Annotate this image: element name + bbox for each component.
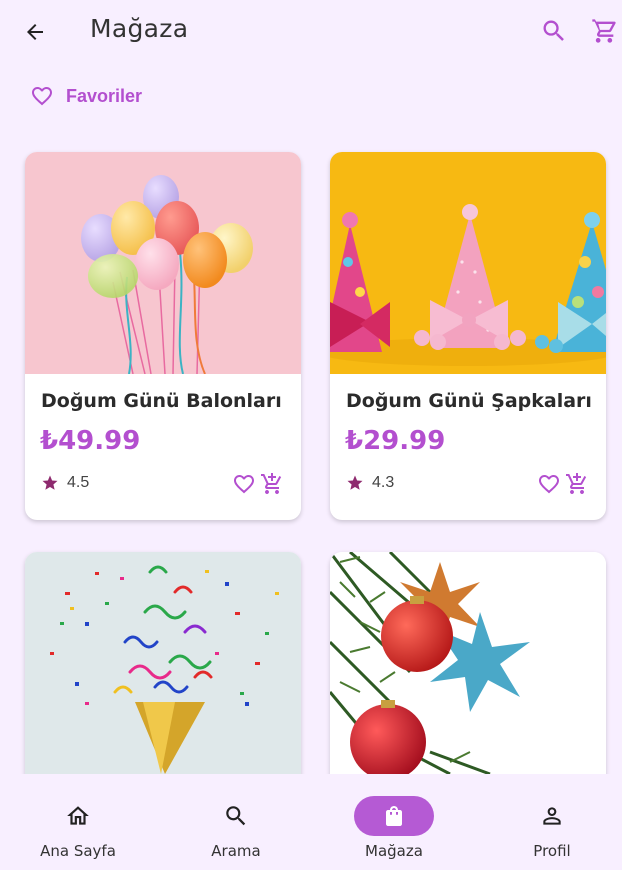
add-to-cart-button[interactable] — [259, 470, 285, 498]
nav-item-home[interactable]: Ana Sayfa — [0, 774, 156, 870]
favorite-button[interactable] — [231, 470, 257, 498]
nav-label: Arama — [211, 842, 261, 860]
nav-item-store[interactable]: Mağaza — [316, 774, 472, 870]
nav-label: Ana Sayfa — [40, 842, 116, 860]
christmas-ornaments-image — [330, 552, 606, 774]
page-title: Mağaza — [90, 14, 189, 43]
product-price: ₺29.99 — [345, 426, 446, 456]
product-name: Doğum Günü Balonları — [41, 390, 282, 412]
heart-outline-icon — [234, 475, 254, 494]
nav-item-search[interactable]: Arama — [158, 774, 314, 870]
party-hats-image — [330, 152, 606, 374]
product-price: ₺49.99 — [40, 426, 141, 456]
favorite-button[interactable] — [536, 470, 562, 498]
search-button[interactable] — [538, 14, 570, 48]
app-bar: Mağaza — [0, 0, 622, 62]
balloons-image — [25, 152, 301, 374]
nav-active-indicator — [354, 796, 434, 836]
cart-button[interactable] — [588, 14, 620, 48]
product-card[interactable]: Doğum Günü Balonları ₺49.99 4.5 — [25, 152, 301, 520]
add-to-cart-button[interactable] — [564, 470, 590, 498]
nav-label: Profil — [533, 842, 571, 860]
bottom-navigation: Ana Sayfa Arama Mağaza Profil — [0, 774, 622, 870]
heart-outline-icon — [539, 475, 559, 494]
nav-label: Mağaza — [365, 842, 423, 860]
person-icon — [543, 807, 561, 825]
product-card[interactable] — [330, 552, 606, 792]
favorites-button[interactable]: Favoriler — [30, 80, 142, 112]
back-button[interactable] — [18, 15, 52, 49]
product-card[interactable]: Doğum Günü Şapkaları ₺29.99 4.3 — [330, 152, 606, 520]
home-icon — [67, 806, 89, 825]
product-card[interactable] — [25, 552, 301, 792]
product-rating: 4.5 — [41, 474, 89, 492]
product-name: Doğum Günü Şapkaları — [346, 390, 592, 412]
rating-value: 4.5 — [67, 474, 90, 491]
star-icon — [42, 475, 58, 490]
arrow-back-icon — [27, 24, 43, 40]
rating-value: 4.3 — [372, 474, 395, 491]
star-icon — [347, 475, 363, 490]
add-shopping-cart-icon — [261, 473, 282, 494]
confetti-cone-image — [25, 552, 301, 774]
shopping-bag-icon — [386, 806, 402, 826]
favorites-label: Favoriler — [66, 85, 143, 106]
product-rating: 4.3 — [346, 474, 394, 492]
search-icon — [543, 20, 564, 41]
shopping-cart-icon — [592, 19, 616, 43]
add-shopping-cart-icon — [566, 473, 587, 494]
heart-outline-icon — [32, 87, 52, 106]
nav-item-profile[interactable]: Profil — [474, 774, 622, 870]
search-icon — [226, 806, 246, 826]
